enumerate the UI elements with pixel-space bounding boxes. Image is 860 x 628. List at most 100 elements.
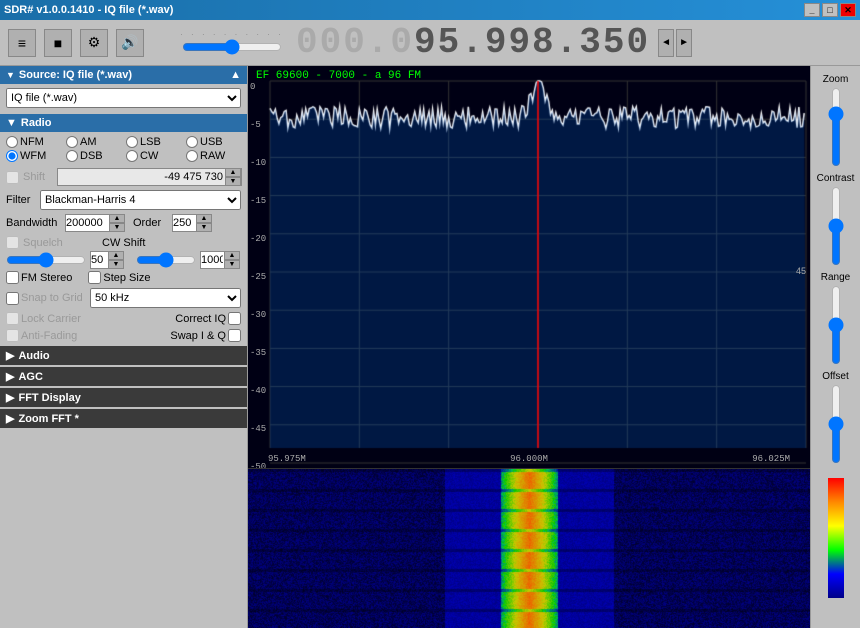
maximize-button[interactable]: □ [822,3,838,17]
correct-iq-option: Correct IQ [175,312,241,325]
lsb-radio[interactable] [126,136,138,148]
x-025: 96.025M [752,454,790,464]
shift-checkbox[interactable] [6,171,19,184]
snap-checkbox[interactable] [6,292,19,305]
close-button[interactable]: ✕ [840,3,856,17]
usb-label: USB [200,136,223,148]
shift-down-btn[interactable]: ▼ [225,177,241,186]
y-20: -20 [250,234,266,244]
radio-row-1: NFM AM LSB USB [6,136,241,148]
raw-radio[interactable] [186,150,198,162]
fm-stereo-checkbox[interactable] [6,271,19,284]
audio-header[interactable]: ▶ Audio [0,346,247,365]
squelch-down-btn[interactable]: ▼ [108,260,124,269]
freq-slider[interactable] [182,39,282,55]
y-25: -25 [250,272,266,282]
frequency-display: · · · · · · · · · · 000.095.998.350 ◄ ► [172,22,692,63]
lock-carrier-checkbox[interactable] [6,312,19,325]
y-10: -10 [250,158,266,168]
order-container: ▲ ▼ [172,214,212,232]
bottom-sections: ▶ Audio ▶ AGC ▶ FFT Display [0,344,247,628]
bw-down-btn[interactable]: ▼ [109,223,125,232]
fm-step-row: FM Stereo Step Size [0,269,247,286]
nfm-radio[interactable] [6,136,18,148]
right-controls: Zoom Contrast Range Offset [810,66,860,468]
anti-fading-checkbox[interactable] [6,329,19,342]
source-arrow-icon[interactable]: ▼ [6,70,15,80]
shift-up-btn[interactable]: ▲ [225,168,241,177]
audio-icon[interactable]: 🔊 [116,29,144,57]
shift-input-container: ▲ ▼ [57,168,241,186]
shift-input[interactable] [57,168,242,186]
swap-iq-checkbox[interactable] [228,329,241,342]
radio-modes: NFM AM LSB USB WFM [0,132,247,166]
waterfall-right-controls [810,468,860,628]
bw-up-btn[interactable]: ▲ [109,214,125,223]
zoom-fft-header[interactable]: ▶ Zoom FFT * [0,409,247,428]
filter-label: Filter [6,194,36,206]
offset-slider[interactable] [826,384,846,464]
snap-select[interactable]: 50 kHz [90,288,241,308]
squelch-slider[interactable] [6,253,86,267]
cw-radio[interactable] [126,150,138,162]
spectrum-canvas[interactable] [248,66,810,468]
am-radio[interactable] [66,136,78,148]
fft-header[interactable]: ▶ FFT Display [0,388,247,407]
waterfall-container [248,468,810,628]
cw-shift-up-btn[interactable]: ▲ [224,251,240,260]
zoom-fft-expand-icon: ▶ [6,412,14,425]
step-size-checkbox[interactable] [88,271,101,284]
wfm-radio[interactable] [6,150,18,162]
radio-header-label: Radio [21,117,52,129]
cw-shift-slider[interactable] [136,253,196,267]
freq-right-arrow[interactable]: ► [676,29,692,57]
source-scroll-up[interactable]: ▲ [230,69,241,81]
settings-icon[interactable]: ⚙ [80,29,108,57]
filter-select[interactable]: Blackman-Harris 4 [40,190,241,210]
waterfall-canvas[interactable] [248,469,810,628]
radio-header: ▼ Radio [0,114,247,132]
source-header: ▼ Source: IQ file (*.wav) ▲ [0,66,247,84]
app-title: SDR# v1.0.0.1410 - IQ file (*.wav) [4,4,173,16]
usb-radio[interactable] [186,136,198,148]
spectrum-container: EF 69600 - 7000 - a 96 FM 0 -5 -10 -15 -… [248,66,810,468]
lsb-option: LSB [126,136,178,148]
radio-arrow-icon[interactable]: ▼ [6,117,17,129]
cw-shift-label: CW Shift [102,237,152,249]
y-45: -45 [250,424,266,434]
order-up-btn[interactable]: ▲ [196,214,212,223]
order-down-btn[interactable]: ▼ [196,223,212,232]
nfm-label: NFM [20,136,44,148]
swap-iq-option: Swap I & Q [170,329,241,342]
radio-row-2: WFM DSB CW RAW [6,150,241,162]
minimize-button[interactable]: _ [804,3,820,17]
correct-iq-checkbox[interactable] [228,312,241,325]
shift-row: Shift ▲ ▼ [0,166,247,188]
menu-icon[interactable]: ≡ [8,29,36,57]
contrast-label: Contrast [817,173,855,184]
squelch-up-btn[interactable]: ▲ [108,251,124,260]
toolbar: ≡ ■ ⚙ 🔊 · · · · · · · · · · 000.095.998.… [0,20,860,66]
squelch-checkbox[interactable] [6,236,19,249]
source-select[interactable]: IQ file (*.wav) [6,88,241,108]
cw-shift-down-btn[interactable]: ▼ [224,260,240,269]
x-975: 95.975M [268,454,306,464]
zoom-fft-label: Zoom FFT * [18,413,79,425]
contrast-slider[interactable] [826,186,846,266]
range-slider[interactable] [826,285,846,365]
content-area: ▼ Source: IQ file (*.wav) ▲ IQ file (*.w… [0,66,860,628]
freq-bright-part: 95.998.350 [414,22,650,63]
dsb-option: DSB [66,150,118,162]
snap-row: Snap to Grid 50 kHz [0,286,247,310]
bw-order-row: Bandwidth ▲ ▼ Order ▲ ▼ [0,212,247,234]
squelch-slider-row: ▲ ▼ ▲ ▼ [0,251,247,269]
freq-slider-area: · · · · · · · · · · [172,30,292,55]
freq-left-arrow[interactable]: ◄ [658,29,674,57]
dsb-radio[interactable] [66,150,78,162]
bw-container: ▲ ▼ [65,214,125,232]
stop-icon[interactable]: ■ [44,29,72,57]
raw-label: RAW [200,150,225,162]
zoom-slider[interactable] [826,87,846,167]
agc-header[interactable]: ▶ AGC [0,367,247,386]
raw-option: RAW [186,150,238,162]
